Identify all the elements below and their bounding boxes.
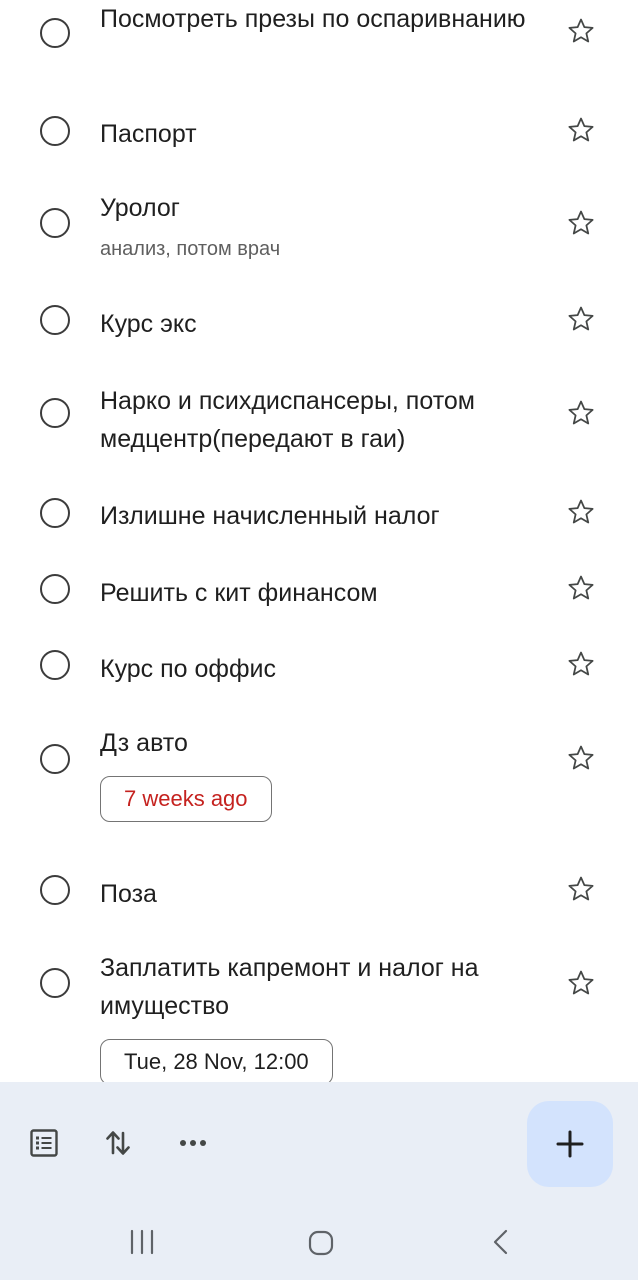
- task-title: Паспорт: [100, 120, 197, 148]
- sort-icon[interactable]: [104, 1127, 134, 1159]
- star-icon[interactable]: [566, 968, 596, 998]
- due-date-chip[interactable]: Tue, 28 Nov, 12:00: [100, 1039, 333, 1082]
- add-task-button[interactable]: [527, 1101, 613, 1187]
- task-note: анализ, потом врач: [100, 238, 281, 260]
- more-icon[interactable]: [179, 1138, 209, 1148]
- star-icon[interactable]: [566, 398, 596, 428]
- home-icon[interactable]: [307, 1229, 335, 1257]
- complete-checkbox[interactable]: [40, 116, 70, 146]
- star-icon[interactable]: [566, 208, 596, 238]
- plus-icon: [556, 1130, 584, 1158]
- task-title: Решить с кит финансом: [100, 579, 378, 607]
- task-title: Курс по оффис: [100, 655, 277, 683]
- task-title: Излишне начисленный налог: [100, 502, 440, 530]
- star-icon[interactable]: [566, 16, 596, 46]
- complete-checkbox[interactable]: [40, 498, 70, 528]
- complete-checkbox[interactable]: [40, 875, 70, 905]
- task-title: Нарко и психдиспансеры, потом медцентр(п…: [100, 387, 475, 453]
- complete-checkbox[interactable]: [40, 398, 70, 428]
- complete-checkbox[interactable]: [40, 968, 70, 998]
- star-icon[interactable]: [566, 304, 596, 334]
- complete-checkbox[interactable]: [40, 208, 70, 238]
- back-icon[interactable]: [490, 1228, 512, 1256]
- recents-icon[interactable]: [128, 1229, 156, 1255]
- complete-checkbox[interactable]: [40, 744, 70, 774]
- list-view-icon[interactable]: [29, 1128, 59, 1158]
- task-title: Дз авто: [100, 729, 188, 757]
- task-title: Поза: [100, 880, 157, 908]
- star-icon[interactable]: [566, 115, 596, 145]
- due-date-chip[interactable]: 7 weeks ago: [100, 776, 272, 822]
- task-title: Посмотреть презы по оспаривнанию: [100, 5, 526, 33]
- complete-checkbox[interactable]: [40, 305, 70, 335]
- task-title: Заплатить капремонт и налог на имущество: [100, 954, 479, 1020]
- star-icon[interactable]: [566, 874, 596, 904]
- star-icon[interactable]: [566, 497, 596, 527]
- task-title: Уролог: [100, 194, 180, 222]
- complete-checkbox[interactable]: [40, 18, 70, 48]
- complete-checkbox[interactable]: [40, 574, 70, 604]
- star-icon[interactable]: [566, 573, 596, 603]
- task-title: Курс экс: [100, 310, 197, 338]
- task-list: Посмотреть презы по оспаривнанию Паспорт…: [0, 0, 638, 1082]
- complete-checkbox[interactable]: [40, 650, 70, 680]
- star-icon[interactable]: [566, 649, 596, 679]
- star-icon[interactable]: [566, 743, 596, 773]
